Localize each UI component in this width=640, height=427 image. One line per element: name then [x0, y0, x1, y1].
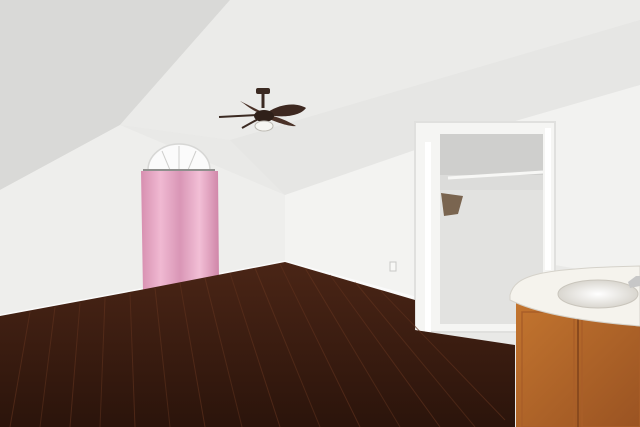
- pink-curtain: [141, 169, 219, 293]
- wall-outlet: [389, 261, 397, 272]
- room-illustration: [0, 0, 640, 427]
- bathroom-vanity: [509, 265, 640, 427]
- attic-room-photo: [0, 0, 640, 427]
- sink-basin: [557, 279, 639, 309]
